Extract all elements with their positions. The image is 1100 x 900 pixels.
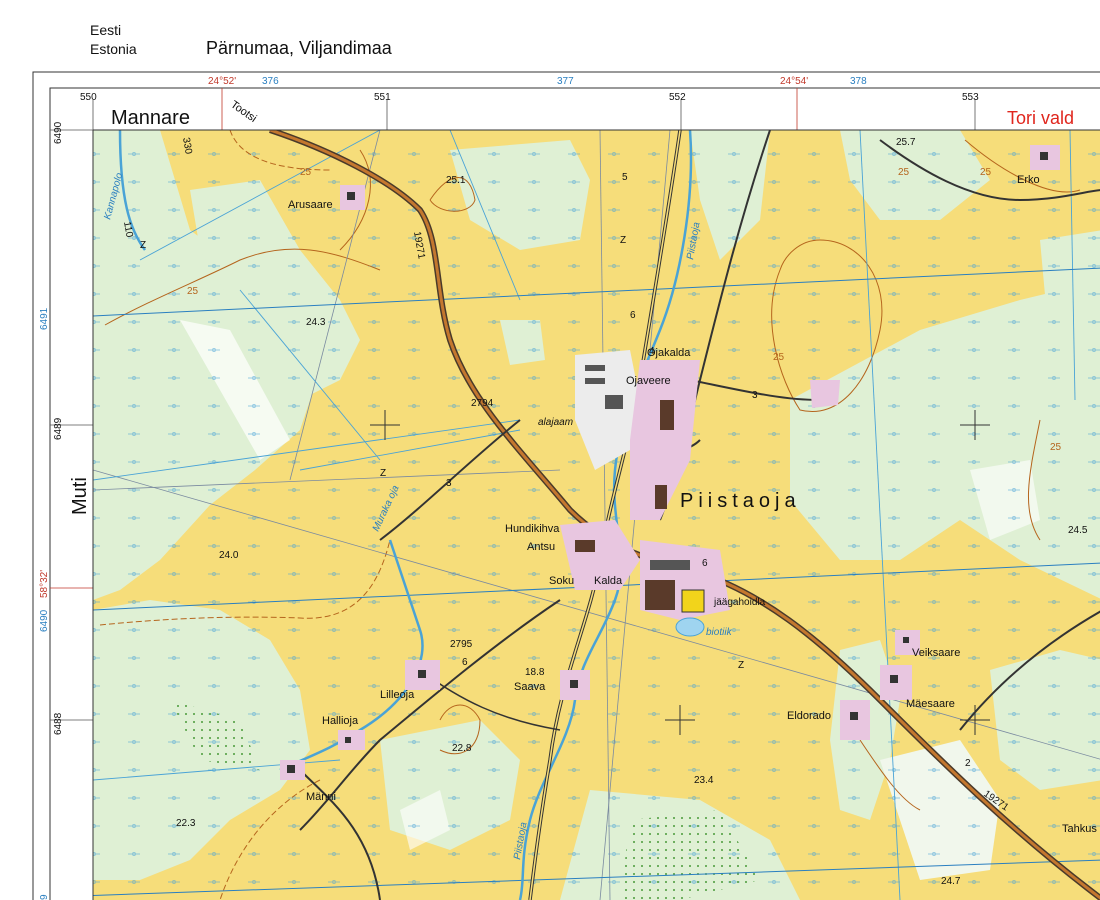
road-number-2795: 2795 — [450, 639, 473, 650]
elevation-24-7: 24.7 — [941, 876, 961, 887]
map-body — [93, 130, 1100, 900]
coord-552: 552 — [669, 92, 686, 103]
coord-6488: 6488 — [53, 712, 64, 735]
coord-24-54: 24°54' — [780, 76, 808, 87]
coord-551: 551 — [374, 92, 391, 103]
label-4: 4 — [649, 346, 655, 357]
coord-553: 553 — [962, 92, 979, 103]
place-manni: Männi — [306, 791, 336, 803]
region-mannare: Mannare — [111, 107, 190, 129]
coord-6490-blue: 6490 — [39, 609, 50, 632]
label-6-a: 6 — [630, 310, 636, 321]
place-piistaoja: Piistaoja — [680, 490, 801, 512]
place-tahkus: Tahkus — [1062, 823, 1097, 835]
place-erko: Erko — [1017, 174, 1040, 186]
symbol-z-1: Z — [140, 240, 146, 251]
contour-25-f: 25 — [1050, 442, 1062, 453]
label-3-b: 3 — [446, 478, 452, 489]
symbol-z-3: Z — [380, 468, 386, 479]
contour-25-d: 25 — [898, 167, 910, 178]
place-arusaare: Arusaare — [288, 199, 333, 211]
place-saava: Saava — [514, 681, 546, 693]
elevation-25-7: 25.7 — [896, 137, 916, 148]
place-lilleoja: Lilleoja — [380, 689, 415, 701]
place-veiksaare: Veiksaare — [912, 647, 960, 659]
elevation-22-8: 22.8 — [452, 743, 472, 754]
coord-376: 376 — [262, 76, 279, 87]
elevation-23-4: 23.4 — [694, 775, 714, 786]
place-hundikihva: Hundikihva — [505, 523, 560, 535]
label-2: 2 — [965, 758, 971, 769]
road-number-2794: 2794 — [471, 398, 494, 409]
coord-550: 550 — [80, 92, 97, 103]
coord-9: 9 — [39, 894, 50, 900]
coord-378: 378 — [850, 76, 867, 87]
place-eldorado: Eldorado — [787, 710, 831, 722]
contour-25-e: 25 — [980, 167, 992, 178]
place-kalda: Kalda — [594, 575, 623, 587]
contour-25-c: 25 — [773, 352, 785, 363]
symbol-z-4: Z — [738, 660, 744, 671]
elevation-24-0: 24.0 — [219, 550, 239, 561]
place-maesaare: Mäesaare — [906, 698, 955, 710]
coord-6489: 6489 — [53, 417, 64, 440]
label-3-a: 3 — [752, 390, 758, 401]
elevation-24-3: 24.3 — [306, 317, 326, 328]
place-hallioja: Hallioja — [322, 715, 359, 727]
coord-24-52: 24°52' — [208, 76, 236, 87]
elevation-24-5: 24.5 — [1068, 525, 1088, 536]
contour-25-b: 25 — [187, 286, 199, 297]
symbol-z-2: Z — [620, 235, 626, 246]
feature-jaagahoidla: jäägahoidla — [713, 597, 766, 608]
coord-6490-top: 6490 — [53, 121, 64, 144]
elevation-22-3: 22.3 — [176, 818, 196, 829]
place-soku: Soku — [549, 575, 574, 587]
label-6-c: 6 — [462, 657, 468, 668]
region-tori-vald: Tori vald — [1007, 108, 1074, 128]
feature-alajaam: alajaam — [538, 417, 573, 428]
coord-6491: 6491 — [39, 307, 50, 330]
label-6-b: 6 — [702, 558, 708, 569]
feature-biotiik: biotiik — [706, 627, 733, 638]
coord-377: 377 — [557, 76, 574, 87]
topographic-map[interactable]: 550 24°52' 376 551 377 552 24°54' 378 55… — [0, 0, 1100, 900]
region-muti: Muti — [69, 477, 91, 515]
label-5-a: 5 — [622, 172, 628, 183]
place-ojaveere: Ojaveere — [626, 375, 671, 387]
elevation-18-8: 18.8 — [525, 667, 545, 678]
elevation-25-1: 25.1 — [446, 175, 466, 186]
place-antsu: Antsu — [527, 541, 555, 553]
contour-25-a: 25 — [300, 167, 312, 178]
coord-58-32: 58°32' — [39, 570, 50, 598]
